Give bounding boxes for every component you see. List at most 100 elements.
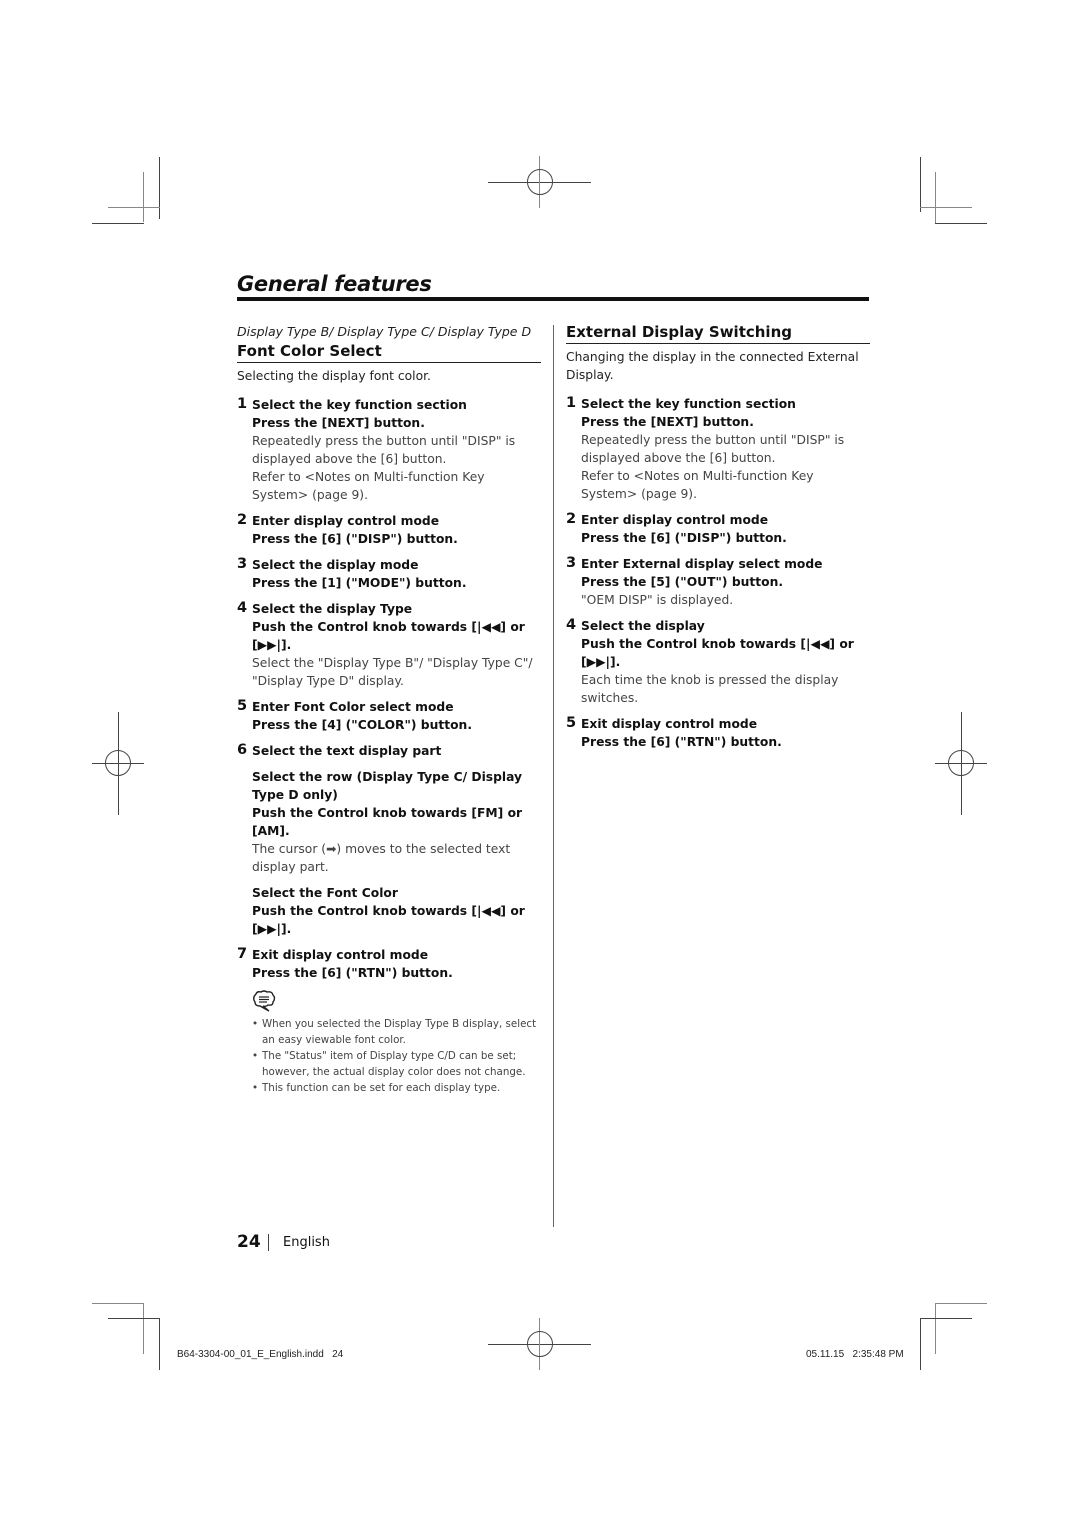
step: 2 Enter display control mode Press the […: [237, 512, 541, 548]
step: 3 Select the display mode Press the [1] …: [237, 556, 541, 592]
step: 4 Select the display Type Push the Contr…: [237, 600, 541, 690]
step-heading: Select the display Type: [252, 602, 413, 616]
step-number: 4: [237, 600, 248, 616]
slug-timestamp: 05.11.15 2:35:48 PM: [806, 1349, 904, 1360]
registration-target-icon: [105, 750, 131, 776]
step: 5 Enter Font Color select mode Press the…: [237, 698, 541, 734]
crop-mark-line: [143, 1303, 144, 1354]
crop-mark-line: [108, 1318, 160, 1319]
section-font-color-select: Display Type B/ Display Type C/ Display …: [237, 323, 541, 1096]
step-note: Each time the knob is pressed the displa…: [581, 673, 839, 705]
registration-target-icon: [527, 1331, 553, 1357]
step-action: Press the [NEXT] button.: [252, 416, 425, 430]
notes-list: When you selected the Display Type B dis…: [237, 1016, 541, 1096]
step-heading: Select the key function section: [581, 397, 796, 411]
step-action: Press the [5] ("OUT") button.: [581, 575, 784, 589]
step-action: Press the [1] ("MODE") button.: [252, 576, 467, 590]
step-number: 2: [237, 512, 248, 528]
step-number: 1: [237, 396, 248, 412]
crop-mark-line: [935, 172, 936, 223]
column-divider: [553, 325, 554, 1227]
sub-step: Select the Font Color Push the Control k…: [252, 884, 541, 938]
step-number: 1: [566, 395, 577, 411]
sub-step: Select the row (Display Type C/ Display …: [252, 768, 541, 876]
step-note: Repeatedly press the button until "DISP"…: [252, 434, 516, 466]
note-item: This function can be set for each displa…: [252, 1080, 541, 1096]
crop-mark-line: [92, 1303, 144, 1304]
section-heading: Font Color Select: [237, 342, 541, 363]
step-heading: Select the display mode: [252, 558, 419, 572]
step-note: "OEM DISP" is displayed.: [581, 593, 734, 607]
sub-step-action: Push the Control knob towards [FM] or [A…: [252, 806, 523, 838]
crop-mark-line: [920, 207, 972, 208]
crop-mark-line: [920, 1318, 972, 1319]
step-heading: Select the text display part: [252, 744, 442, 758]
crop-mark-line: [108, 207, 160, 208]
step-action: Press the [4] ("COLOR") button.: [252, 718, 472, 732]
step-heading: Select the display: [581, 619, 705, 633]
step: 1 Select the key function section Press …: [237, 396, 541, 504]
crop-mark-line: [159, 157, 160, 219]
section-intro: Selecting the display font color.: [237, 369, 431, 383]
title-rule: [237, 297, 869, 301]
note-speech-bubble-icon: [252, 990, 276, 1012]
step: 2 Enter display control mode Press the […: [566, 511, 870, 547]
step-number: 3: [237, 556, 248, 572]
crop-mark-line: [159, 1318, 160, 1370]
step-number: 7: [237, 946, 248, 962]
step: 7 Exit display control mode Press the [6…: [237, 946, 541, 982]
step-heading: Enter display control mode: [581, 513, 769, 527]
sub-step-heading: Select the row (Display Type C/ Display …: [252, 770, 523, 802]
note-item: When you selected the Display Type B dis…: [252, 1016, 541, 1048]
section-heading: External Display Switching: [566, 323, 870, 344]
step-heading: Enter Font Color select mode: [252, 700, 454, 714]
crop-mark-line: [92, 223, 144, 224]
step-action: Push the Control knob towards [|◀◀] or […: [581, 637, 854, 669]
step: 6 Select the text display part Select th…: [237, 742, 541, 938]
sub-step-action: Push the Control knob towards [|◀◀] or […: [252, 904, 525, 936]
step: 4 Select the display Push the Control kn…: [566, 617, 870, 707]
slug-filename: B64-3304-00_01_E_English.indd 24: [177, 1349, 344, 1360]
step-number: 4: [566, 617, 577, 633]
step-note: Select the "Display Type B"/ "Display Ty…: [252, 656, 533, 688]
page-title: General features: [237, 272, 432, 296]
step-action: Press the [6] ("DISP") button.: [252, 532, 458, 546]
step-heading: Select the key function section: [252, 398, 467, 412]
footer-separator: [268, 1234, 269, 1251]
note-item: The "Status" item of Display type C/D ca…: [252, 1048, 541, 1080]
sub-step-heading: Select the Font Color: [252, 886, 398, 900]
step: 1 Select the key function section Press …: [566, 395, 870, 503]
step-heading: Enter External display select mode: [581, 557, 823, 571]
step-action: Push the Control knob towards [|◀◀] or […: [252, 620, 525, 652]
crop-mark-line: [935, 1303, 936, 1354]
crop-mark-line: [935, 1303, 987, 1304]
step-action: Press the [NEXT] button.: [581, 415, 754, 429]
step-note: Refer to <Notes on Multi-function Key Sy…: [252, 470, 485, 502]
step: 5 Exit display control mode Press the [6…: [566, 715, 870, 751]
step-number: 3: [566, 555, 577, 571]
step-heading: Exit display control mode: [252, 948, 429, 962]
page-number: 24: [237, 1232, 261, 1252]
registration-target-icon: [527, 169, 553, 195]
crop-mark-line: [920, 1318, 921, 1370]
step-action: Press the [6] ("DISP") button.: [581, 531, 787, 545]
sub-step-note: The cursor (➡) moves to the selected tex…: [252, 842, 511, 874]
step-heading: Exit display control mode: [581, 717, 758, 731]
step-number: 2: [566, 511, 577, 527]
crop-mark-line: [920, 157, 921, 212]
step-number: 5: [566, 715, 577, 731]
section-intro: Changing the display in the connected Ex…: [566, 350, 859, 382]
step-heading: Enter display control mode: [252, 514, 440, 528]
step-action: Press the [6] ("RTN") button.: [581, 735, 782, 749]
step-number: 6: [237, 742, 248, 758]
crop-mark-line: [143, 172, 144, 222]
page-language: English: [283, 1235, 330, 1250]
applies-to-label: Display Type B/ Display Type C/ Display …: [237, 324, 532, 339]
step-number: 5: [237, 698, 248, 714]
step: 3 Enter External display select mode Pre…: [566, 555, 870, 609]
step-note: Repeatedly press the button until "DISP"…: [581, 433, 845, 465]
step-action: Press the [6] ("RTN") button.: [252, 966, 453, 980]
crop-mark-line: [935, 223, 987, 224]
registration-target-icon: [948, 750, 974, 776]
step-note: Refer to <Notes on Multi-function Key Sy…: [581, 469, 814, 501]
